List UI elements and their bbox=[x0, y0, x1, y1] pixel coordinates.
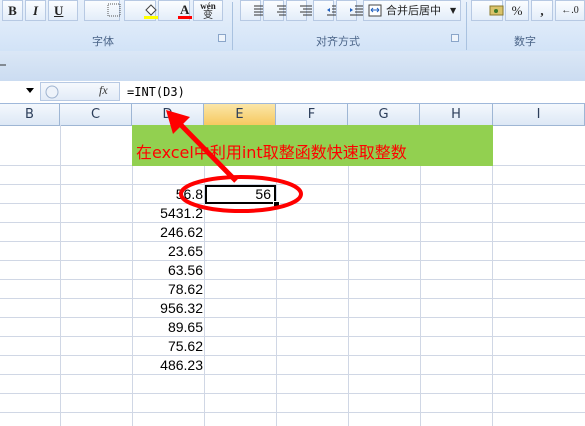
annotation-layer bbox=[166, 110, 303, 213]
annotation-arrow-shaft bbox=[178, 122, 238, 183]
highlight-ellipse bbox=[179, 175, 303, 213]
